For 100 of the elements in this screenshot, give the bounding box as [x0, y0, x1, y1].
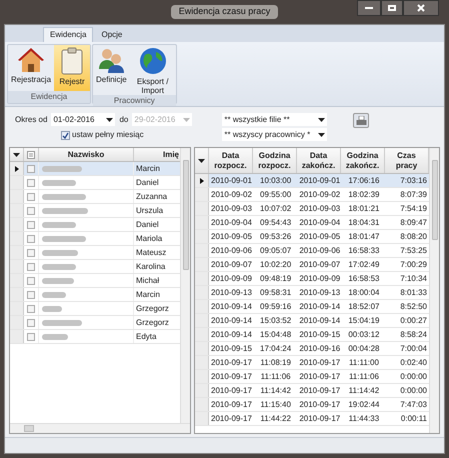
table-cell-text: 11:08:19 — [259, 357, 292, 369]
row-checkbox[interactable] — [27, 332, 35, 340]
blurred-text — [42, 234, 86, 242]
table-row[interactable]: 2010-09-17 11:44:22 2010-09-17 11:44:33 0:00:11 — [195, 412, 429, 426]
column-header[interactable]: Data rozpocz. — [209, 148, 253, 173]
table-cell-text: 18:02:39 — [347, 189, 380, 201]
table-row[interactable]: 2010-09-06 09:05:07 2010-09-06 16:58:33 7:53:25 — [195, 244, 429, 258]
row-checkbox[interactable] — [27, 262, 35, 270]
table-row[interactable]: Daniel — [10, 218, 180, 232]
table-cell-text: 09:53:26 — [259, 231, 292, 243]
ribbon-tab[interactable]: Ewidencja — [43, 27, 94, 42]
table-row[interactable]: Daniel — [10, 176, 180, 190]
ribbon-button[interactable]: Rejestr — [54, 45, 90, 91]
vertical-scrollbar[interactable] — [429, 148, 439, 433]
table-row[interactable]: 2010-09-17 11:11:06 2010-09-17 11:11:06 0:00:00 — [195, 370, 429, 384]
table-cell-text: 2010-09-04 — [298, 217, 342, 229]
table-cell-text: 2010-09-05 — [298, 231, 342, 243]
row-checkbox[interactable] — [27, 192, 35, 200]
table-cell-text: 8:58:24 — [399, 329, 428, 341]
table-row[interactable]: 2010-09-17 11:14:42 2010-09-17 11:14:42 0:00:00 — [195, 384, 429, 398]
check-icon — [62, 132, 69, 138]
row-checkbox[interactable] — [27, 248, 35, 256]
full-month-label: ustaw pełny miesiąc — [72, 129, 144, 141]
table-row[interactable]: 2010-09-17 11:08:19 2010-09-17 11:11:00 0:02:40 — [195, 356, 429, 370]
column-header[interactable]: Godzina rozpocz. — [253, 148, 297, 173]
row-checkbox[interactable] — [27, 220, 35, 228]
table-cell-text: 8:52:50 — [399, 301, 428, 313]
ribbon-button[interactable]: Eksport / Import — [130, 45, 176, 95]
date-from-field[interactable]: 01-02-2016 — [51, 113, 116, 126]
minimize-button[interactable] — [357, 0, 381, 16]
print-button[interactable] — [353, 113, 370, 128]
ribbon-button[interactable]: Rejestracja — [8, 45, 54, 91]
table-row[interactable]: Grzegorz — [10, 316, 180, 330]
table-row[interactable]: Edyta — [10, 330, 180, 344]
table-row[interactable]: Marcin — [10, 162, 180, 176]
column-header[interactable]: Data zakończ. — [297, 148, 341, 173]
table-row[interactable]: 2010-09-01 10:03:00 2010-09-01 17:06:16 7:03:16 — [195, 174, 429, 188]
row-checkbox[interactable] — [27, 318, 35, 326]
table-row[interactable]: 2010-09-15 17:04:24 2010-09-16 00:04:28 7:00:04 — [195, 342, 429, 356]
table-row[interactable]: 2010-09-04 09:54:43 2010-09-04 18:04:31 8:09:47 — [195, 216, 429, 230]
row-checkbox[interactable] — [27, 234, 35, 242]
row-checkbox[interactable] — [27, 290, 35, 298]
table-row[interactable]: Zuzanna — [10, 190, 180, 204]
table-cell-text: Daniel — [135, 219, 160, 231]
row-checkbox[interactable] — [27, 304, 35, 312]
table-cell-text: 10:02:20 — [259, 259, 292, 271]
table-cell-text: 0:00:00 — [399, 371, 428, 383]
table-cell-text: 18:04:31 — [347, 217, 380, 229]
branch-select[interactable]: ** wszystkie filie ** — [222, 113, 328, 126]
horizontal-scrollbar[interactable] — [10, 423, 190, 433]
employee-select[interactable]: ** wszyscy pracownicy * — [222, 128, 328, 141]
table-cell-text: 15:04:19 — [347, 315, 380, 327]
table-row[interactable]: 2010-09-09 09:48:19 2010-09-09 16:58:53 7:10:34 — [195, 272, 429, 286]
table-row[interactable]: 2010-09-02 09:55:00 2010-09-02 18:02:39 8:07:39 — [195, 188, 429, 202]
table-cell-text: 2010-09-03 — [210, 203, 253, 215]
close-button[interactable] — [403, 0, 439, 16]
house-icon — [17, 47, 45, 73]
table-row[interactable]: Karolina — [10, 260, 180, 274]
column-header[interactable]: Godzina zakończ. — [341, 148, 385, 173]
table-row[interactable]: Mateusz — [10, 246, 180, 260]
table-row[interactable]: Urszula — [10, 204, 180, 218]
table-row[interactable]: 2010-09-14 09:59:16 2010-09-14 18:52:07 8:52:50 — [195, 300, 429, 314]
table-cell-text: 2010-09-05 — [210, 231, 253, 243]
table-row[interactable]: 2010-09-17 11:15:40 2010-09-17 19:02:44 7:47:03 — [195, 398, 429, 412]
period-label: Okres od — [15, 114, 48, 126]
table-cell-text: 11:14:42 — [348, 385, 380, 397]
ribbon-button[interactable]: Definicje — [93, 45, 130, 95]
table-row[interactable]: Marcin — [10, 288, 180, 302]
full-month-checkbox[interactable] — [61, 130, 70, 140]
table-cell-text: 18:52:07 — [347, 301, 380, 313]
column-header[interactable]: Nazwisko — [39, 148, 134, 161]
table-row[interactable]: 2010-09-13 09:58:31 2010-09-13 18:00:04 8:01:33 — [195, 286, 429, 300]
row-pointer-icon — [200, 178, 204, 184]
table-row[interactable]: 2010-09-03 10:07:02 2010-09-03 18:01:21 7:54:19 — [195, 202, 429, 216]
row-checkbox[interactable] — [27, 164, 35, 172]
table-cell-text: 09:58:31 — [259, 287, 292, 299]
row-checkbox[interactable] — [27, 206, 35, 214]
row-checkbox[interactable] — [27, 276, 35, 284]
table-cell-text: 7:53:25 — [399, 245, 428, 257]
column-header[interactable]: Imię — [134, 148, 180, 161]
table-row[interactable]: Mariola — [10, 232, 180, 246]
ribbon-tab[interactable]: Opcje — [95, 27, 128, 42]
table-row[interactable]: 2010-09-14 15:03:52 2010-09-14 15:04:19 0:00:27 — [195, 314, 429, 328]
table-row[interactable]: 2010-09-07 10:02:20 2010-09-07 17:02:49 7:00:29 — [195, 258, 429, 272]
table-row[interactable]: Michał — [10, 274, 180, 288]
table-cell-text: 10:03:00 — [259, 175, 292, 187]
table-row[interactable]: 2010-09-05 09:53:26 2010-09-05 18:01:47 8:08:20 — [195, 230, 429, 244]
group-label: Pracownicy — [93, 95, 176, 106]
table-row[interactable]: 2010-09-14 15:04:48 2010-09-15 00:03:12 8:58:24 — [195, 328, 429, 342]
row-checkbox[interactable] — [27, 178, 35, 186]
table-cell-text: 18:00:04 — [347, 287, 380, 299]
table-cell-text: 7:54:19 — [399, 203, 428, 215]
select-all-icon[interactable] — [27, 150, 35, 158]
table-row[interactable]: Grzegorz — [10, 302, 180, 316]
vertical-scrollbar[interactable] — [180, 148, 190, 423]
table-cell-text: Karolina — [135, 261, 166, 273]
maximize-button[interactable] — [381, 0, 403, 16]
window-title: Ewidencja czasu pracy — [170, 5, 278, 19]
table-cell-text: 2010-09-02 — [298, 189, 342, 201]
table-cell-text: 15:03:52 — [259, 315, 292, 327]
